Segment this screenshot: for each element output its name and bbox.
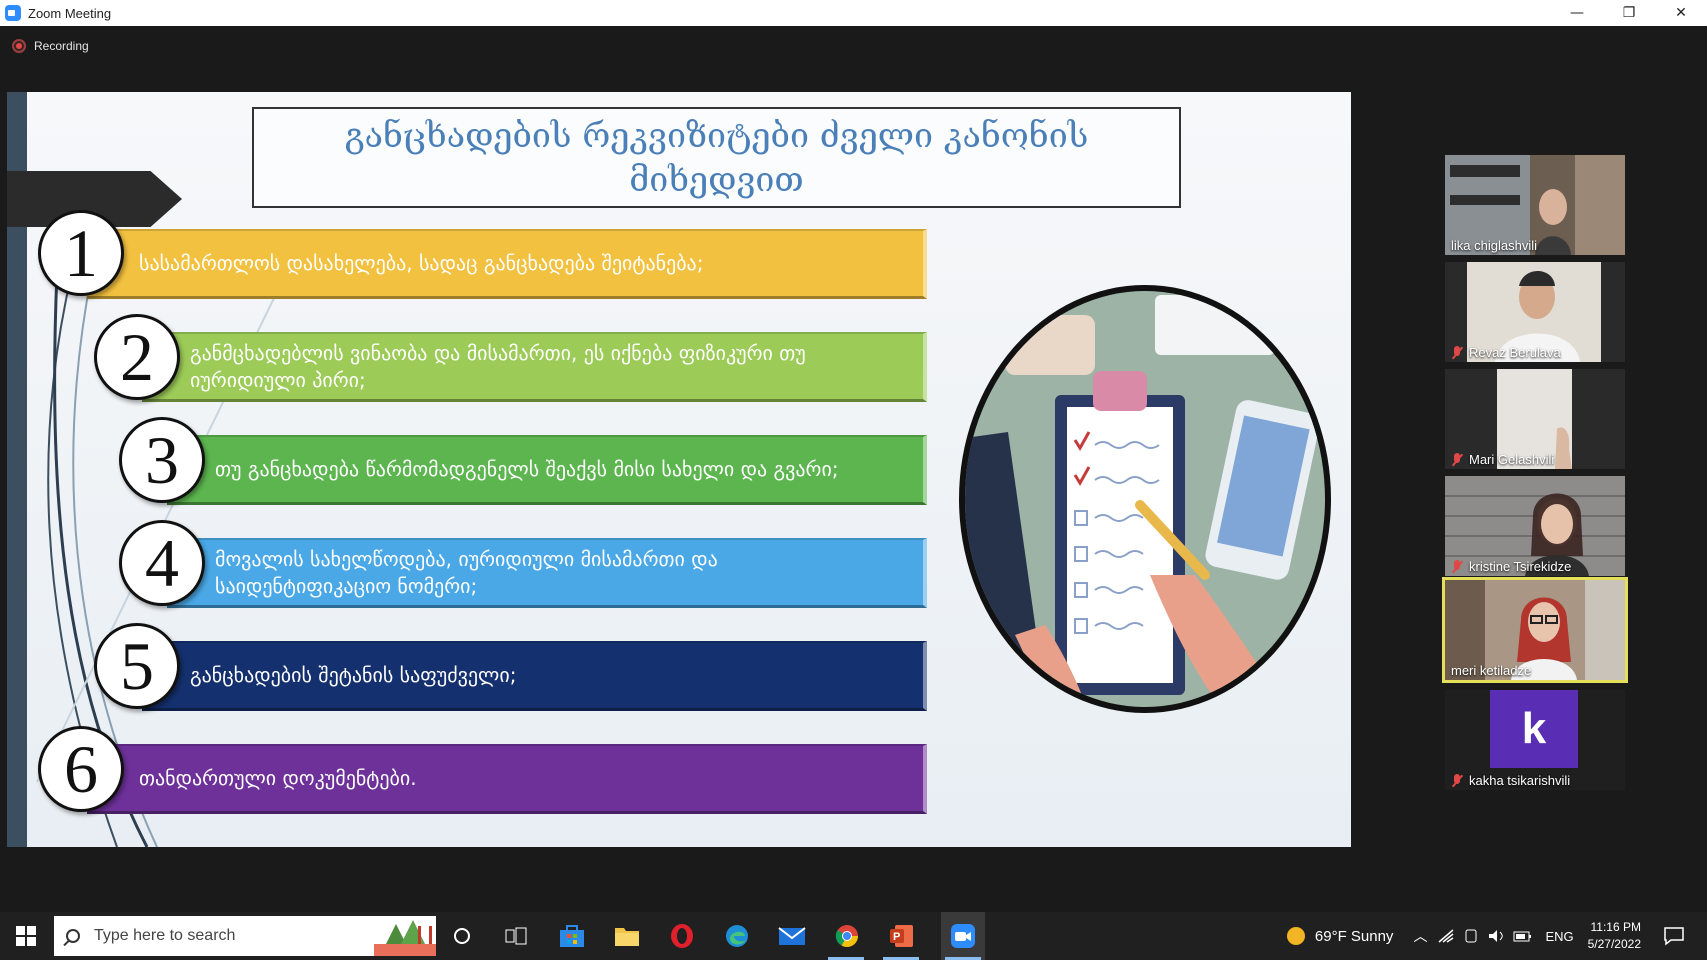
search-placeholder: Type here to search [94,927,236,944]
item-text-4: მოვალის სახელწოდება, იურიდიული მისამართი… [215,546,718,598]
weather-widget[interactable]: 69°F Sunny [1286,927,1394,945]
battery-icon[interactable] [1513,928,1533,944]
participant-tile-4[interactable]: kristine Tsirekidze [1445,476,1625,576]
item-text-3: თუ განცხადება წარმომადგენელს შეაქვს მისი… [215,457,839,481]
item-band-6: თანდართული დოკუმენტები. [87,744,927,814]
item-text-5: განცხადების შეტანის საფუძველი; [190,663,517,687]
participant-name-1: lika chiglashvili [1451,238,1537,253]
participant-name-6: kakha tsikarishvili [1451,773,1570,788]
participant-name-2: Revaz Berulava [1451,345,1561,360]
item-text-6: თანდართული დოკუმენტები. [139,766,417,790]
cortana-icon[interactable] [446,920,478,952]
muted-mic-icon [1451,559,1463,574]
muted-mic-icon [1451,773,1463,788]
zoom-app-icon [5,5,21,21]
device-icon[interactable] [1463,928,1479,944]
participant-name-4: kristine Tsirekidze [1451,559,1571,574]
network-icon[interactable] [1437,928,1455,944]
participant-tile-2[interactable]: Revaz Berulava [1445,262,1625,362]
system-tray: 69°F Sunny ︿ ENG 11:16 PM 5/27/2022 [1286,912,1707,960]
clock-date: 5/27/2022 [1587,937,1641,951]
task-view-icon[interactable] [500,920,532,952]
chrome-icon[interactable] [828,920,864,960]
item-number-2: 2 [94,314,180,400]
item-number-5: 5 [94,623,180,709]
record-icon [12,39,26,53]
item-band-2: განმცხადებლის ვინაობა და მისამართი, ეს ი… [142,332,927,402]
item-number-6: 6 [38,726,124,812]
participant-name-5: meri ketiladze [1451,663,1532,678]
clock[interactable]: 11:16 PM 5/27/2022 [1588,919,1641,953]
search-icon [66,929,80,943]
taskbar-search-box[interactable]: Type here to search [54,916,436,956]
sun-icon [1286,927,1305,945]
participant-tile-5-active-speaker[interactable]: meri ketiladze [1442,577,1628,683]
participant-tile-6[interactable]: k kakha tsikarishvili [1445,690,1625,790]
recording-indicator[interactable]: Recording [12,39,89,53]
window-titlebar: Zoom Meeting — ❐ ✕ [0,0,1707,26]
microsoft-store-icon[interactable] [556,920,588,952]
restore-button[interactable]: ❐ [1603,0,1655,26]
minimize-button[interactable]: — [1551,0,1603,26]
muted-mic-icon [1451,345,1463,360]
zoom-icon[interactable] [941,912,985,960]
clipboard-illustration [959,285,1331,713]
notifications-icon[interactable] [1663,926,1685,946]
search-highlight-illustration-icon [374,920,436,956]
item-number-1: 1 [38,210,124,296]
window-title: Zoom Meeting [28,5,112,21]
item-band-5: განცხადების შეტანის საფუძველი; [142,641,927,711]
powerpoint-icon[interactable]: P [883,920,919,960]
item-band-1: სასამართლოს დასახელება, სადაც განცხადება… [87,229,927,299]
item-number-4: 4 [119,520,205,606]
svg-text:P: P [893,931,900,943]
item-band-4: მოვალის სახელწოდება, იურიდიული მისამართი… [167,538,927,608]
item-band-3: თუ განცხადება წარმომადგენელს შეაქვს მისი… [167,435,927,505]
windows-taskbar: Type here to search P 69°F Sunny ︿ ENG 1… [0,912,1707,960]
muted-mic-icon [1451,452,1463,467]
windows-logo-icon [16,926,36,946]
slide-title: განცხადების რეკვიზიტები ძველი კანონის მი… [252,107,1181,208]
volume-icon[interactable] [1487,928,1505,944]
language-indicator[interactable]: ENG [1545,929,1573,944]
recording-label: Recording [34,39,89,53]
participant-tile-1[interactable]: lika chiglashvili [1445,155,1625,255]
weather-text: 69°F Sunny [1314,927,1394,945]
participant-avatar: k [1490,690,1578,768]
mail-icon[interactable] [776,920,808,952]
edge-icon[interactable] [721,920,753,952]
show-hidden-icons-chevron-icon[interactable]: ︿ [1413,926,1427,946]
close-button[interactable]: ✕ [1655,0,1707,26]
opera-icon[interactable] [666,920,698,952]
participant-tile-3[interactable]: Mari Gelashvili [1445,369,1625,469]
file-explorer-icon[interactable] [611,920,643,952]
shared-slide: განცხადების რეკვიზიტები ძველი კანონის მი… [7,92,1351,847]
item-text-1: სასამართლოს დასახელება, სადაც განცხადება… [139,251,704,275]
clock-time: 11:16 PM [1590,920,1641,934]
participant-name-3: Mari Gelashvili [1451,452,1554,467]
item-text-2: განმცხადებლის ვინაობა და მისამართი, ეს ი… [190,340,806,392]
item-number-3: 3 [119,417,205,503]
start-button[interactable] [0,912,52,960]
